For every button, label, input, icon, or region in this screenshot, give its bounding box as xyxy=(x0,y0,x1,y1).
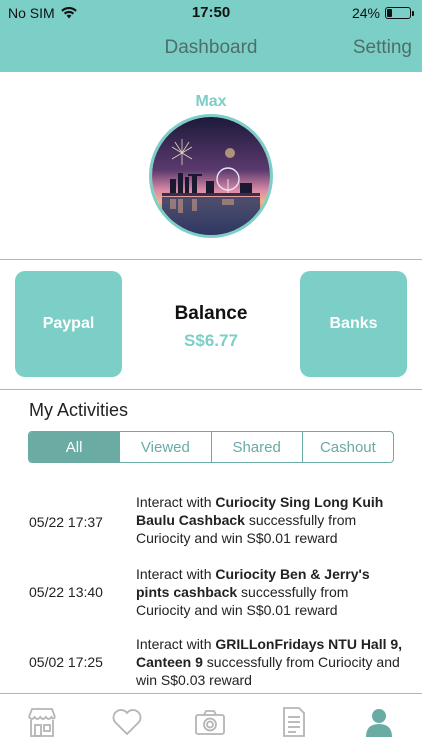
camera-icon xyxy=(195,710,225,735)
list-item[interactable]: 05/22 17:37 Interact with Curiocity Sing… xyxy=(0,490,422,556)
tab-favorites[interactable] xyxy=(107,704,147,740)
setting-button[interactable]: Setting xyxy=(353,37,412,59)
filter-viewed[interactable]: Viewed xyxy=(120,432,212,462)
activity-date: 05/02 17:25 xyxy=(29,654,103,670)
activities-title: My Activities xyxy=(29,400,129,420)
list-item[interactable]: 05/22 13:40 Interact with Curiocity Ben … xyxy=(0,560,422,626)
activity-date: 05/22 13:40 xyxy=(29,584,103,600)
list-item[interactable]: 05/02 17:25 Interact with GRILLonFridays… xyxy=(0,631,422,690)
profile-icon xyxy=(366,709,392,737)
store-icon xyxy=(28,708,56,737)
activity-date: 05/22 17:37 xyxy=(29,514,103,530)
filter-cashout[interactable]: Cashout xyxy=(303,432,393,462)
activity-description: Interact with Curiocity Ben & Jerry's pi… xyxy=(136,566,370,618)
nav-bar: Dashboard Setting xyxy=(0,26,422,72)
tab-profile[interactable] xyxy=(359,704,399,740)
profile-section: Max xyxy=(0,72,422,260)
activity-filter: All Viewed Shared Cashout xyxy=(28,431,394,463)
battery-icon xyxy=(385,7,411,19)
balance-value: S$6.77 xyxy=(184,331,238,350)
activity-description: Interact with Curiocity Sing Long Kuih B… xyxy=(136,494,384,546)
filter-shared[interactable]: Shared xyxy=(212,432,303,462)
banks-button[interactable]: Banks xyxy=(300,271,407,377)
filter-all[interactable]: All xyxy=(29,432,121,462)
avatar[interactable] xyxy=(149,114,273,238)
activity-description: Interact with GRILLonFridays NTU Hall 9,… xyxy=(136,636,403,688)
heart-icon xyxy=(112,709,142,736)
user-name: Max xyxy=(195,93,227,110)
tab-documents[interactable] xyxy=(274,704,314,740)
document-icon xyxy=(283,707,305,737)
balance-label: Balance xyxy=(174,303,248,324)
tab-bar xyxy=(0,693,422,750)
balance-box: Balance S$6.77 xyxy=(122,303,300,351)
activity-list[interactable]: 05/22 17:37 Interact with Curiocity Sing… xyxy=(0,490,422,690)
status-bar: No SIM 17:50 24% xyxy=(0,0,422,26)
balance-section: Paypal Balance S$6.77 Banks xyxy=(0,260,422,390)
city-skyline-fireworks-photo xyxy=(152,117,270,235)
tab-camera[interactable] xyxy=(190,704,230,740)
paypal-button[interactable]: Paypal xyxy=(15,271,122,377)
tab-store[interactable] xyxy=(22,704,62,740)
battery-group: 24% xyxy=(352,5,414,21)
battery-percent: 24% xyxy=(351,5,380,21)
